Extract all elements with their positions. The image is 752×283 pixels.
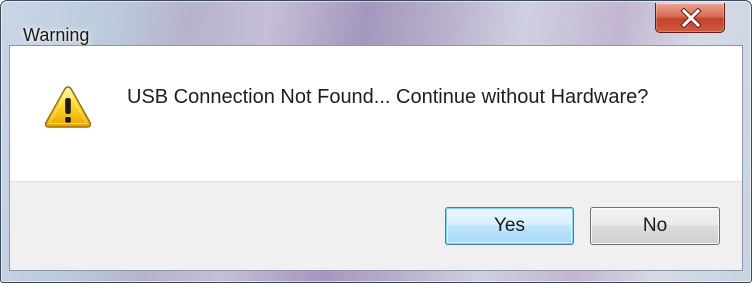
dialog-content: USB Connection Not Found... Continue wit… (9, 45, 743, 271)
warning-icon (44, 86, 92, 128)
message-area: USB Connection Not Found... Continue wit… (10, 46, 742, 181)
dialog-message: USB Connection Not Found... Continue wit… (127, 86, 649, 108)
no-button[interactable]: No (590, 207, 720, 245)
close-icon (680, 8, 702, 28)
dialog-window: Warning USB Connection Not Found... Cont… (0, 0, 752, 283)
title-bar[interactable]: Warning (1, 1, 751, 45)
button-bar: Yes No (10, 181, 742, 270)
close-button[interactable] (655, 3, 725, 33)
yes-button[interactable]: Yes (445, 207, 574, 245)
window-title: Warning (23, 25, 90, 45)
